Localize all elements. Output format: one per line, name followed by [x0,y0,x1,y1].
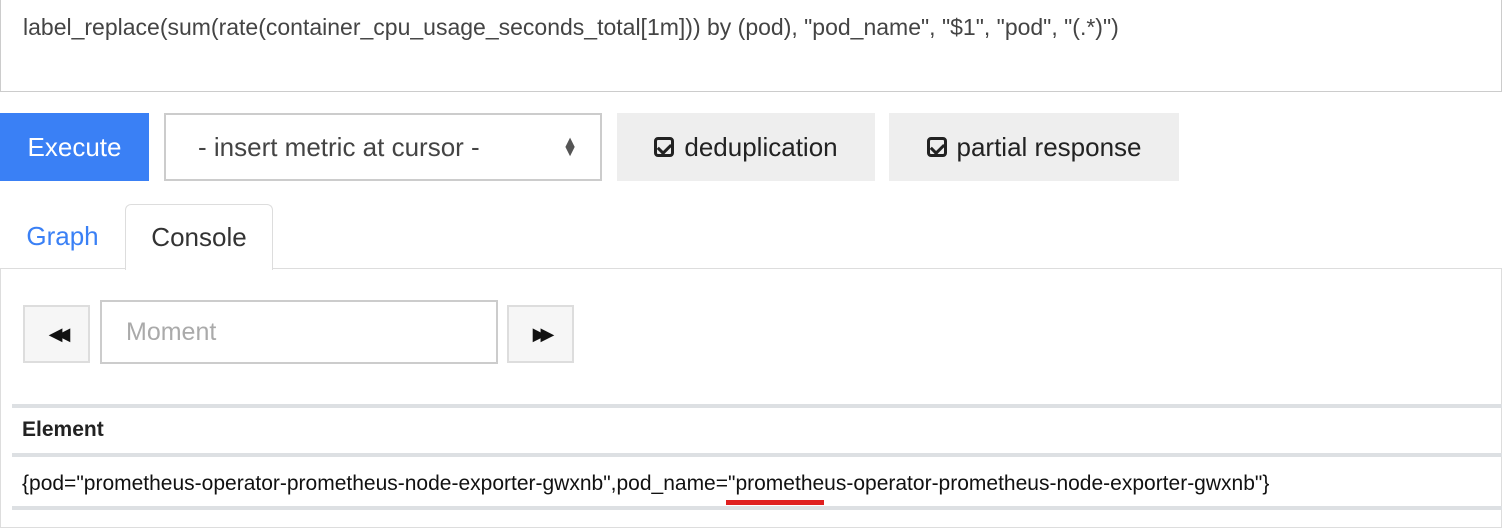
deduplication-checkbox[interactable]: deduplication [617,113,875,181]
select-arrows-icon: ▲ ▼ [562,134,578,160]
table-header-element: Element [22,418,104,441]
moment-input[interactable] [100,300,498,364]
checkbox-checked-icon [926,137,947,157]
tab-graph[interactable]: Graph [0,204,125,269]
deduplication-label: deduplication [684,131,838,162]
moment-forward-button[interactable]: ▶▶ [507,305,574,363]
annotation-underline [726,500,824,505]
execute-button[interactable]: Execute [0,113,149,181]
checkbox-checked-icon [654,137,675,157]
tab-console[interactable]: Console [125,204,273,270]
partial-response-checkbox[interactable]: partial response [889,113,1179,181]
table-bottom-border [12,506,1502,510]
partial-response-label: partial response [956,131,1142,162]
table-header-border [12,453,1502,457]
table-row: {pod="prometheus-operator-prometheus-nod… [22,472,1270,495]
moment-back-button[interactable]: ◀◀ [23,305,90,363]
select-value: - insert metric at cursor - [198,131,480,162]
fast-backward-icon: ◀◀ [48,323,71,344]
insert-metric-select[interactable]: - insert metric at cursor - ▲ ▼ [164,113,602,181]
expression-input[interactable]: label_replace(sum(rate(container_cpu_usa… [0,0,1502,92]
table-top-border [12,404,1502,408]
fast-forward-icon: ▶▶ [532,323,555,344]
